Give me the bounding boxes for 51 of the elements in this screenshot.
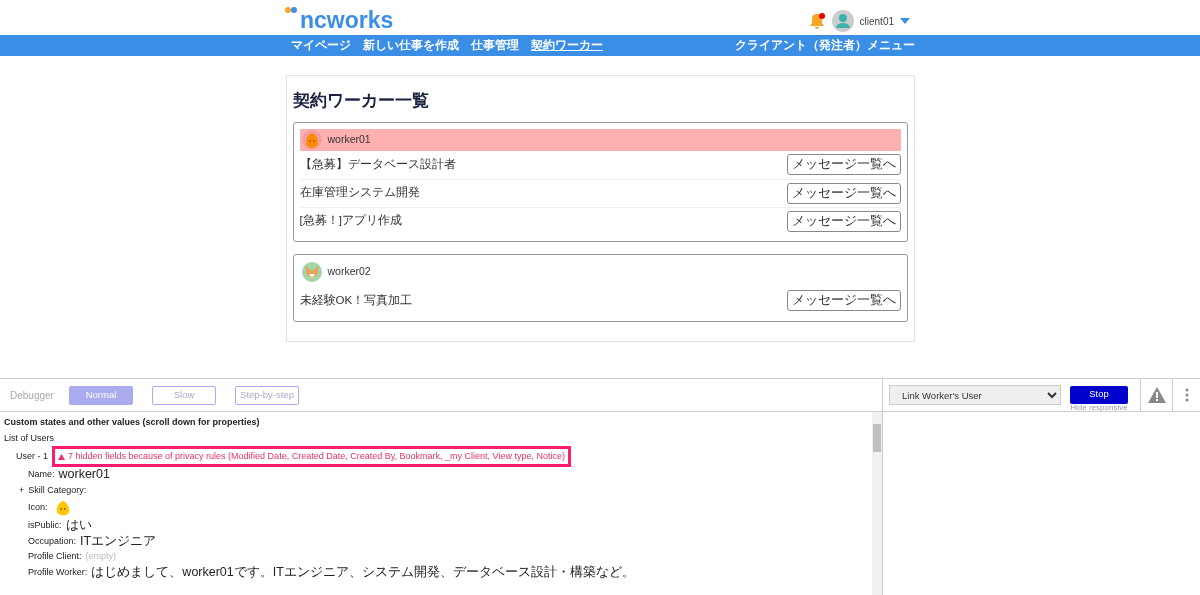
caret-icon[interactable] <box>900 18 910 24</box>
avatar-icon[interactable] <box>831 10 854 32</box>
job-title: [急募！]アプリ作成 <box>299 213 402 229</box>
field-value: worker01 <box>58 467 110 483</box>
page-title: 契約ワーカー一覧 <box>292 90 430 112</box>
warning-icon <box>58 453 65 460</box>
expand-toggle[interactable]: + <box>19 482 25 498</box>
empty-value: (empty) <box>85 550 117 563</box>
mode-button[interactable]: Normal <box>69 385 133 405</box>
warning-icon[interactable] <box>1147 387 1166 403</box>
hide-responsive-link[interactable]: Hide responsive <box>1070 403 1128 412</box>
nav-link[interactable]: 契約ワーカー <box>531 36 603 55</box>
nav-link[interactable]: 新しい仕事を作成 <box>363 36 459 55</box>
worker-name: worker02 <box>327 263 371 279</box>
logo-dots-icon <box>285 7 298 14</box>
user-name[interactable]: client01 <box>859 13 894 29</box>
field-label: Skill Category: <box>28 483 87 497</box>
client-menu-link[interactable]: クライアント（発注者）メニュー <box>735 36 915 55</box>
field-label: isPublic: <box>28 519 62 532</box>
job-title: 在庫管理システム開発 <box>299 185 420 201</box>
message-list-button[interactable]: メッセージ一覧へ <box>786 210 901 232</box>
logo[interactable]: ncworks <box>300 9 394 32</box>
message-list-button[interactable]: メッセージ一覧へ <box>786 290 901 311</box>
chick-avatar-icon <box>301 129 322 150</box>
field-label: List of Users <box>4 431 54 445</box>
job-title: 未経験OK！写真加工 <box>299 292 413 308</box>
nav-link[interactable]: 仕事管理 <box>471 36 519 55</box>
more-icon[interactable] <box>1184 388 1189 402</box>
field-label: Profile Worker: <box>28 565 88 579</box>
message-list-button[interactable]: メッセージ一覧へ <box>786 182 901 204</box>
message-list-button[interactable]: メッセージ一覧へ <box>786 154 901 175</box>
field-label: Occupation: <box>28 534 77 548</box>
nav-link[interactable]: マイページ <box>291 36 351 55</box>
field-label: User - 1 <box>16 449 48 463</box>
field-value: はい <box>65 518 92 534</box>
field-value: ITエンジニア <box>80 533 157 549</box>
element-select[interactable]: Link Worker's User <box>889 385 1061 405</box>
stop-button[interactable]: Stop <box>1070 385 1128 404</box>
field-label: Name: <box>28 468 55 481</box>
bell-icon[interactable] <box>807 12 826 30</box>
field-label: Profile Client: <box>28 550 82 563</box>
mode-button[interactable]: Step-by-step <box>235 385 299 405</box>
fox-avatar-icon <box>301 261 322 282</box>
debugger-heading: Custom states and other values (scroll down for properties) <box>4 416 261 429</box>
job-title: 【急募】データベース設計者 <box>299 156 456 172</box>
mode-button[interactable]: Slow <box>152 385 216 405</box>
field-label: Icon: <box>28 501 48 515</box>
worker-name: worker01 <box>327 131 371 147</box>
scrollbar[interactable] <box>872 412 882 595</box>
field-value: はじめまして、worker01です。ITエンジニア、システム開発、データベース設計・構築など。 <box>91 564 635 580</box>
warning-text: 7 hidden fields because of privacy rules (Modified Date, Created Date, Created By, Bookmark, _my Client, View type, Notice) <box>68 449 565 463</box>
